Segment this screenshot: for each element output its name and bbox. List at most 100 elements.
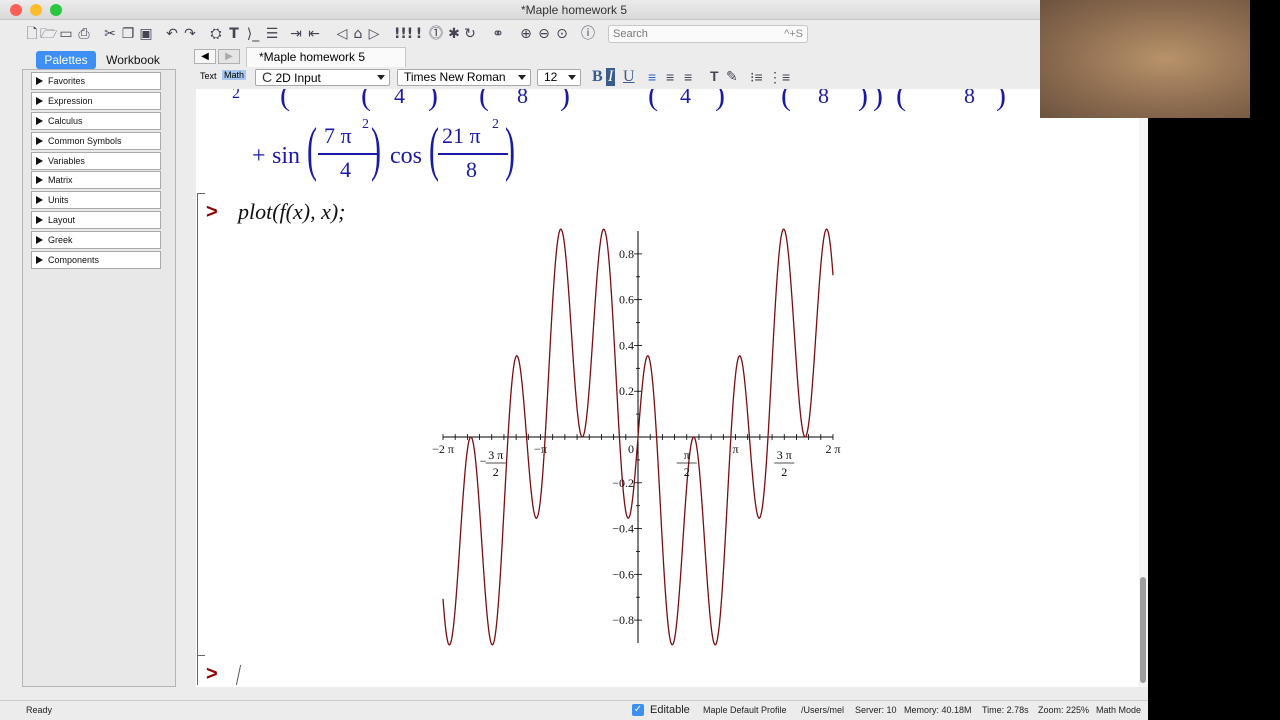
palettes-panel: Favorites Expression Calculus Common Sym… <box>22 69 176 687</box>
palette-calculus[interactable]: Calculus <box>31 112 161 130</box>
execution-group-bracket <box>197 193 199 685</box>
help-icon[interactable]: ⓘ <box>580 25 596 43</box>
link-icon[interactable]: ⚭ <box>490 25 506 43</box>
paren-left: ( <box>306 116 317 182</box>
expand-arrow-icon <box>36 256 43 264</box>
text-mode-icon[interactable]: T <box>226 25 242 43</box>
previous-output-fragment: 2 ( ( 4 ) ( 8 ) ( 4 ) ( 8 ) ) ( 8 ) <box>196 89 1139 111</box>
tab-workbook[interactable]: Workbook <box>98 51 168 69</box>
underline-icon[interactable]: U <box>623 68 635 86</box>
title-bar: *Maple homework 5 <box>0 0 1148 20</box>
expand-arrow-icon <box>36 137 43 145</box>
x-tick-label: π <box>732 442 738 456</box>
highlight-icon[interactable]: ✎ <box>726 68 738 85</box>
text-cursor[interactable] <box>235 665 242 685</box>
print-icon[interactable]: ⎙ <box>76 25 92 43</box>
editable-checkbox[interactable]: ✓ <box>632 704 644 716</box>
align-left-icon[interactable]: ≡ <box>648 69 656 85</box>
palette-label: Calculus <box>48 116 83 126</box>
text-color-icon[interactable]: T <box>710 68 719 84</box>
math-prompt-icon[interactable]: ⟩_ <box>244 25 262 43</box>
palette-matrix[interactable]: Matrix <box>31 171 161 189</box>
zoom-in-icon[interactable]: ⊕ <box>518 25 534 43</box>
copy-icon[interactable]: ❐ <box>120 25 136 43</box>
font-size-select[interactable]: 12 <box>537 69 581 86</box>
numbered-list-icon[interactable]: ⋮≡ <box>768 69 790 86</box>
palette-components[interactable]: Components <box>31 251 161 269</box>
debug-icon[interactable]: ✱ <box>446 25 462 43</box>
text-mode-toggle[interactable]: Text <box>200 71 217 81</box>
execute-all-icon[interactable]: !!! <box>394 25 413 43</box>
vertical-scrollbar[interactable] <box>1139 89 1148 687</box>
plot-command-input[interactable]: plot(f(x), x); <box>238 199 346 225</box>
format-brush-icon[interactable]: ⛭ <box>208 25 224 43</box>
panel-tabs: Palettes Workbook <box>22 51 192 69</box>
zoom-out-icon[interactable]: ⊖ <box>536 25 552 43</box>
tab-document[interactable]: *Maple homework 5 <box>246 47 406 67</box>
align-right-icon[interactable]: ≡ <box>684 69 692 85</box>
cos-function: cos <box>390 143 422 169</box>
chevron-down-icon <box>377 75 385 80</box>
search-input[interactable]: Search ^+S <box>608 25 808 43</box>
scrollbar-thumb[interactable] <box>1140 577 1146 683</box>
home-icon[interactable]: ⌂ <box>350 25 366 43</box>
bullet-list-icon[interactable]: ⁝≡ <box>750 69 763 86</box>
plot-region[interactable]: 0.80.60.40.2−0.2−0.4−0.6−0.8−2 π− 3 π2−π 0… <box>426 223 856 655</box>
save-icon[interactable]: ▭ <box>58 25 74 43</box>
align-center-icon[interactable]: ≡ <box>666 69 674 85</box>
expand-arrow-icon <box>36 117 43 125</box>
indent-icon[interactable]: ⇥ <box>288 25 304 43</box>
tab-palettes[interactable]: Palettes <box>36 51 96 69</box>
restart-icon[interactable]: ↻ <box>462 25 478 43</box>
palette-expression[interactable]: Expression <box>31 92 161 110</box>
new-document-icon[interactable]: 🗋 <box>24 25 40 43</box>
previous-tab-button[interactable]: ◀ <box>194 49 216 64</box>
palette-label: Favorites <box>48 76 86 86</box>
zoom-reset-icon[interactable]: ⊙ <box>554 25 570 43</box>
input-mode-select[interactable]: C 2D Input <box>255 69 390 86</box>
palette-greek[interactable]: Greek <box>31 231 161 249</box>
y-tick-label: 0.6 <box>619 293 634 307</box>
x-tick-denominator: 2 <box>684 465 690 479</box>
palette-units[interactable]: Units <box>31 191 161 209</box>
worksheet[interactable]: 2 ( ( 4 ) ( 8 ) ( 4 ) ( 8 ) ) ( 8 ) + si… <box>196 89 1139 687</box>
editable-label: Editable <box>650 704 690 716</box>
outdent-icon[interactable]: ⇤ <box>306 25 322 43</box>
math-mode-toggle[interactable]: Math <box>222 70 247 80</box>
input-mode-value: 2D Input <box>275 71 321 85</box>
paren-fragment: ) <box>873 89 883 111</box>
palette-layout[interactable]: Layout <box>31 211 161 229</box>
palette-common-symbols[interactable]: Common Symbols <box>31 132 161 150</box>
next-tab-button[interactable]: ▶ <box>218 49 240 64</box>
back-icon[interactable]: ◁ <box>334 25 350 43</box>
palette-favorites[interactable]: Favorites <box>31 72 161 90</box>
palette-label: Greek <box>48 235 73 245</box>
paste-icon[interactable]: ▣ <box>138 25 154 43</box>
stop-icon[interactable]: ⓵ <box>428 25 444 43</box>
cut-icon[interactable]: ✂ <box>102 25 118 43</box>
sin-function: sin <box>272 143 301 169</box>
execute-icon[interactable]: ! <box>414 25 424 43</box>
paren-fragment: ( <box>896 89 906 111</box>
panel-splitter[interactable] <box>176 69 192 687</box>
undo-icon[interactable]: ↶ <box>164 25 180 43</box>
zoom-label: Zoom: 225% <box>1038 705 1090 715</box>
redo-icon[interactable]: ↷ <box>182 25 198 43</box>
time-label: Time: 2.78s <box>982 705 1029 715</box>
search-placeholder: Search <box>613 28 648 40</box>
math-output-expression: + sin ( 7 π 2 4 ) cos ( 21 π 2 8 ) <box>252 116 592 191</box>
output-fragment: 4 <box>394 89 405 108</box>
font-select[interactable]: Times New Roman <box>397 69 531 86</box>
paragraph-icon[interactable]: ☰ <box>264 25 280 43</box>
expand-arrow-icon <box>36 176 43 184</box>
expand-arrow-icon <box>36 157 43 165</box>
x-tick-label: −π <box>534 442 547 456</box>
bracket-bottom <box>197 655 205 656</box>
open-file-icon[interactable]: 🗁 <box>40 25 57 43</box>
bold-icon[interactable]: B <box>592 68 603 86</box>
palette-variables[interactable]: Variables <box>31 152 161 170</box>
fraction-bar <box>438 153 508 155</box>
exponent: 2 <box>492 117 499 132</box>
forward-icon[interactable]: ▷ <box>366 25 382 43</box>
italic-icon[interactable]: I <box>606 68 616 86</box>
